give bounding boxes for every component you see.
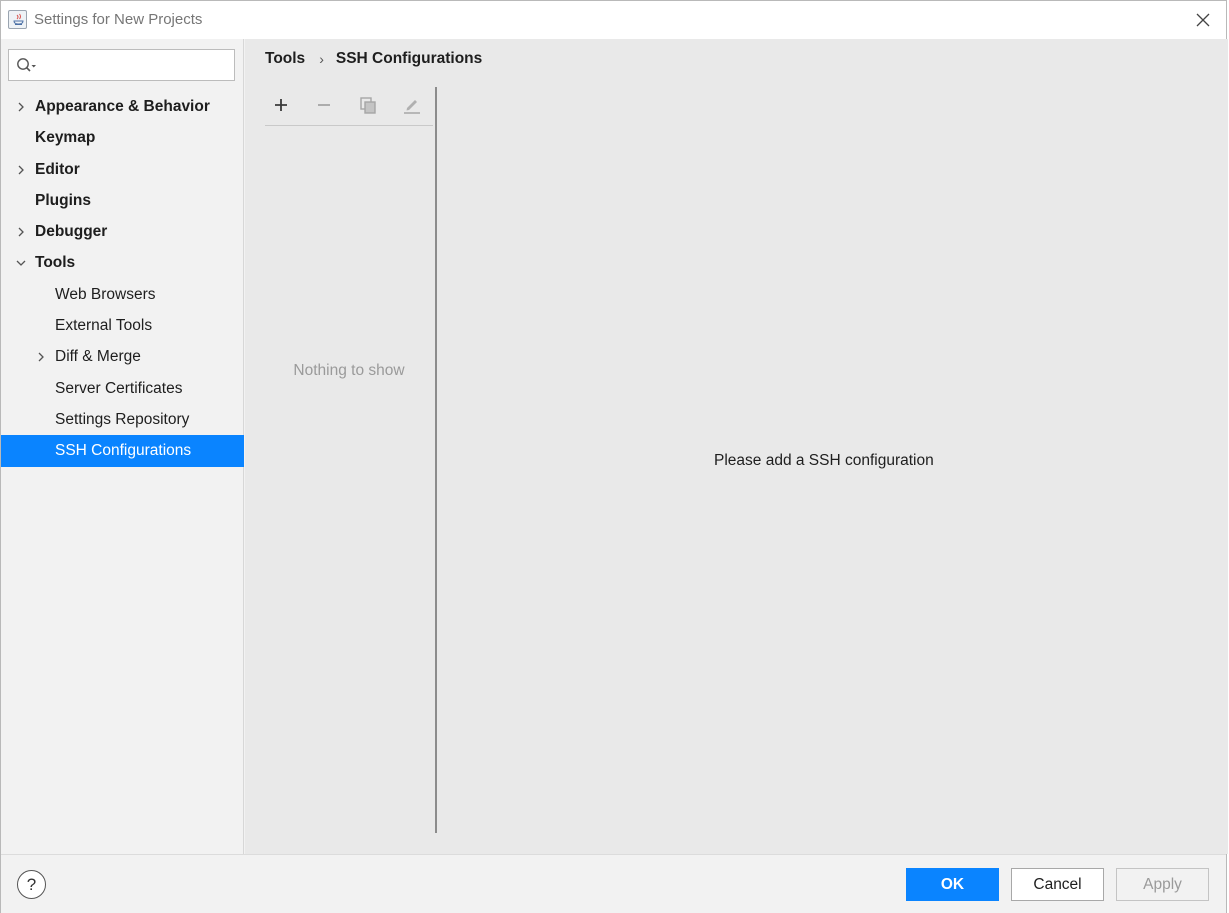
title-bar: Settings for New Projects [1, 1, 1226, 39]
detail-empty-message: Please add a SSH configuration [714, 452, 934, 469]
sidebar-item-debugger[interactable]: Debugger [1, 216, 244, 247]
sidebar-item-label: Editor [35, 160, 80, 178]
chevron-down-icon [16, 261, 26, 267]
ok-button[interactable]: OK [906, 868, 999, 901]
settings-content: Tools › SSH Configurations Nothing to sh… [245, 39, 1228, 854]
ssh-config-list-panel: Nothing to show [265, 86, 436, 834]
sidebar-item-editor[interactable]: Editor [1, 154, 244, 185]
sidebar-item-label: Plugins [35, 191, 91, 209]
chevron-right-icon [18, 165, 24, 175]
close-button[interactable] [1192, 9, 1214, 31]
remove-icon [318, 104, 330, 106]
sidebar-item-tools[interactable]: Tools [1, 247, 244, 278]
sidebar-item-plugins[interactable]: Plugins [1, 185, 244, 216]
sidebar-item-label: Tools [35, 254, 76, 272]
empty-list-text: Nothing to show [293, 362, 405, 379]
remove-button[interactable] [312, 93, 336, 117]
help-button[interactable]: ? [17, 870, 46, 899]
add-button[interactable] [269, 93, 293, 117]
list-toolbar [265, 86, 433, 126]
sidebar-item-label: Debugger [35, 223, 108, 241]
edit-icon [404, 100, 420, 114]
settings-tree: Appearance & Behavior Keymap Editor Plug… [1, 91, 244, 467]
copy-button[interactable] [356, 93, 380, 117]
settings-sidebar: Appearance & Behavior Keymap Editor Plug… [1, 39, 244, 854]
search-box[interactable] [8, 49, 235, 81]
sidebar-item-label: Web Browsers [55, 285, 156, 303]
chevron-right-icon [18, 227, 24, 237]
breadcrumb-current: SSH Configurations [335, 50, 483, 67]
sidebar-item-diff-merge[interactable]: Diff & Merge [1, 341, 244, 372]
settings-dialog: Settings for New Projects Appearance & B… [0, 0, 1228, 913]
window-title: Settings for New Projects [34, 11, 203, 28]
breadcrumb-parent[interactable]: Tools [265, 50, 305, 68]
close-icon [1196, 13, 1210, 27]
sidebar-item-label: Settings Repository [55, 410, 190, 428]
sidebar-item-label: External Tools [55, 317, 153, 335]
sidebar-item-appearance-behavior[interactable]: Appearance & Behavior [1, 91, 244, 122]
sidebar-item-external-tools[interactable]: External Tools [1, 310, 244, 341]
java-app-icon [8, 10, 27, 29]
sidebar-item-label: Server Certificates [55, 379, 183, 397]
search-input[interactable] [43, 54, 229, 76]
sidebar-item-ssh-configurations[interactable]: SSH Configurations [1, 435, 244, 467]
breadcrumb: Tools › SSH Configurations [265, 50, 482, 68]
apply-button[interactable]: Apply [1116, 868, 1209, 901]
sidebar-item-label: Keymap [35, 129, 96, 147]
edit-button[interactable] [400, 93, 424, 117]
chevron-right-icon [18, 102, 24, 112]
search-icon [17, 58, 36, 72]
add-icon [275, 99, 287, 111]
panel-splitter[interactable] [435, 87, 437, 833]
sidebar-item-label: Diff & Merge [55, 348, 141, 366]
sidebar-item-label: SSH Configurations [55, 442, 192, 460]
chevron-right-icon [38, 352, 44, 362]
sidebar-item-web-browsers[interactable]: Web Browsers [1, 279, 244, 310]
dialog-footer: ? OK Cancel Apply [1, 854, 1226, 913]
sidebar-item-server-certificates[interactable]: Server Certificates [1, 373, 244, 404]
sidebar-item-keymap[interactable]: Keymap [1, 122, 244, 153]
breadcrumb-separator: › [319, 51, 324, 67]
cancel-button[interactable]: Cancel [1011, 868, 1104, 901]
sidebar-item-settings-repository[interactable]: Settings Repository [1, 404, 244, 435]
sidebar-item-label: Appearance & Behavior [35, 98, 210, 115]
copy-icon [360, 97, 376, 114]
